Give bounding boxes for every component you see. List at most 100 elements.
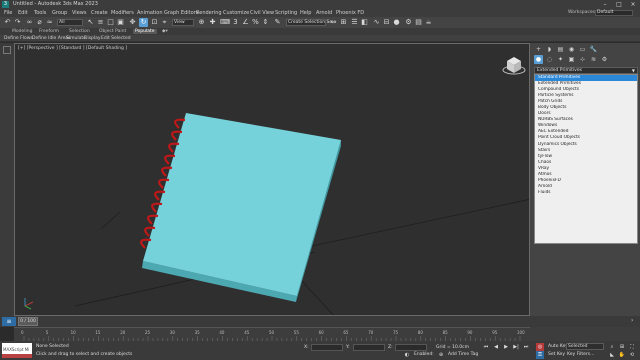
render-setup-icon[interactable]: ⚙: [404, 18, 413, 27]
mirror-icon[interactable]: ⇔: [329, 18, 338, 27]
menu-edit[interactable]: Edit: [18, 10, 28, 16]
y-coordinate-field[interactable]: [353, 344, 385, 351]
orbit-icon[interactable]: ⟲: [628, 351, 636, 359]
define-idle-areas-button[interactable]: Define Idle Areas: [32, 36, 70, 41]
tab-populate[interactable]: Populate: [133, 29, 157, 34]
window-crossing-icon[interactable]: ▣: [116, 18, 125, 27]
tab-modeling[interactable]: Modeling: [12, 29, 32, 34]
curve-editor-icon[interactable]: ∿: [372, 18, 381, 27]
tab-object-paint[interactable]: Object Paint: [99, 29, 126, 34]
object-category-list[interactable]: Standard Primitives Extended Primitives …: [534, 74, 638, 244]
go-to-start-icon[interactable]: ⏮: [482, 343, 490, 351]
rendered-frame-window-icon[interactable]: ▤: [414, 18, 423, 27]
angle-snap-icon[interactable]: ∠: [241, 18, 250, 27]
x-coordinate-field[interactable]: [311, 344, 343, 351]
scene-explorer-icon[interactable]: ☰: [350, 18, 359, 27]
display-tab-icon[interactable]: ▭: [578, 45, 587, 54]
unlink-icon[interactable]: ⌀: [35, 18, 44, 27]
cameras-icon[interactable]: ▣: [567, 55, 576, 64]
geometry-icon[interactable]: ●: [534, 55, 543, 64]
redo-icon[interactable]: ↷: [13, 18, 22, 27]
menu-customize[interactable]: Customize: [223, 10, 249, 16]
menu-phoenix-fd[interactable]: Phoenix FD: [336, 10, 364, 16]
hierarchy-tab-icon[interactable]: ▤: [556, 45, 565, 54]
menu-graph-editors[interactable]: Graph Editors: [164, 10, 198, 16]
edit-selected-button[interactable]: Edit Selected: [101, 36, 131, 41]
render-production-icon[interactable]: ☕: [424, 18, 433, 27]
lights-icon[interactable]: ✦: [556, 55, 565, 64]
select-move-icon[interactable]: ✥: [128, 18, 137, 27]
minimize-icon[interactable]: –: [598, 0, 612, 9]
field-of-view-icon[interactable]: ◣: [608, 351, 616, 359]
space-warps-icon[interactable]: ≋: [589, 55, 598, 64]
key-mode-dropdown[interactable]: Selected: [566, 343, 604, 350]
bind-space-warp-icon[interactable]: ≈: [45, 18, 54, 27]
edit-named-selection-icon[interactable]: ✎: [273, 18, 282, 27]
menu-file[interactable]: File: [4, 10, 12, 16]
viewport-layout-icon[interactable]: [3, 46, 11, 54]
next-frame-icon[interactable]: ▶|: [512, 343, 520, 351]
add-time-tag-button[interactable]: Add Time Tag: [448, 352, 478, 357]
select-scale-icon[interactable]: ⊡: [150, 18, 159, 27]
time-slider[interactable]: ≡ 0 / 100 ›: [0, 316, 640, 327]
play-icon[interactable]: ▶: [502, 343, 510, 351]
menu-create[interactable]: Create: [91, 10, 108, 16]
tab-freeform[interactable]: Freeform: [39, 29, 59, 34]
menu-civil-view[interactable]: Civil View: [250, 10, 274, 16]
placement-icon[interactable]: ⌖: [160, 18, 169, 27]
zoom-icon[interactable]: ⌕: [608, 343, 616, 351]
percent-snap-icon[interactable]: %: [251, 18, 260, 27]
named-selection-set-dropdown[interactable]: Create Selection Se: [286, 19, 332, 26]
motion-tab-icon[interactable]: ◉: [567, 45, 576, 54]
menu-animation[interactable]: Animation: [137, 10, 163, 16]
zoom-all-icon[interactable]: ⊞: [618, 343, 626, 351]
utilities-tab-icon[interactable]: 🔧: [589, 45, 598, 54]
menu-rendering[interactable]: Rendering: [196, 10, 222, 16]
auto-key-toggle[interactable]: ◎: [536, 343, 544, 351]
modify-tab-icon[interactable]: ◗: [545, 45, 554, 54]
select-rotate-icon[interactable]: ↻: [139, 18, 148, 27]
go-to-end-icon[interactable]: ⏭: [522, 343, 530, 351]
menu-scripting[interactable]: Scripting: [275, 10, 297, 16]
set-key-button[interactable]: Set Key: [548, 352, 565, 357]
layer-explorer-icon[interactable]: ◧: [360, 18, 369, 27]
select-manipulate-icon[interactable]: ✚: [208, 18, 217, 27]
menu-group[interactable]: Group: [52, 10, 67, 16]
keyboard-shortcut-icon[interactable]: ⌨: [220, 18, 230, 27]
object-category-dropdown[interactable]: Extended Primitives ▼: [534, 67, 638, 74]
time-slider-thumb[interactable]: 0 / 100: [18, 317, 38, 326]
pivot-center-icon[interactable]: ⊕: [197, 18, 206, 27]
maximize-icon[interactable]: □: [612, 0, 626, 9]
menu-help[interactable]: Help: [300, 10, 311, 16]
undo-icon[interactable]: ↶: [3, 18, 12, 27]
rectangular-selection-icon[interactable]: □: [106, 18, 115, 27]
select-object-icon[interactable]: ↖: [86, 18, 95, 27]
pan-icon[interactable]: ✋: [618, 351, 626, 359]
helpers-icon[interactable]: ⊹: [578, 55, 587, 64]
key-filters-button[interactable]: Key Filters...: [567, 352, 594, 357]
previous-frame-icon[interactable]: ◀: [492, 343, 500, 351]
ribbon-toggle-icon[interactable]: ◆▾: [162, 29, 168, 34]
snaps-toggle-icon[interactable]: 3: [231, 18, 240, 27]
zoom-extents-icon[interactable]: ⛶: [628, 343, 636, 351]
menu-modifiers[interactable]: Modifiers: [111, 10, 134, 16]
workspaces-dropdown[interactable]: Default: [595, 10, 633, 16]
viewcube-icon[interactable]: [501, 52, 527, 78]
schematic-view-icon[interactable]: ⊟: [382, 18, 391, 27]
systems-icon[interactable]: ⚙: [600, 55, 609, 64]
perspective-viewport[interactable]: [+] [Perspective ] [Standard ] [Default …: [14, 43, 530, 316]
display-button[interactable]: Display: [84, 36, 101, 41]
link-icon[interactable]: ∞: [25, 18, 34, 27]
time-forward-icon[interactable]: ›: [631, 317, 633, 324]
menu-arnold[interactable]: Arnold: [316, 10, 332, 16]
list-item[interactable]: Fluids: [535, 190, 637, 196]
menu-tools[interactable]: Tools: [34, 10, 46, 16]
selection-filter-dropdown[interactable]: All: [57, 19, 83, 26]
create-tab-icon[interactable]: +: [534, 45, 543, 54]
mini-curve-editor-icon[interactable]: ≡: [2, 317, 16, 326]
select-by-name-icon[interactable]: ≡: [96, 18, 105, 27]
add-time-tag-icon[interactable]: ⊕: [437, 351, 445, 359]
isolate-selection-icon[interactable]: ◐: [403, 351, 411, 359]
track-bar[interactable]: 0 5 10 15 20 25 30 35 40 45 50 55 60 65 70 75 80 85 90 95 10…: [14, 327, 530, 342]
set-key-icon[interactable]: ⚿: [536, 351, 544, 359]
